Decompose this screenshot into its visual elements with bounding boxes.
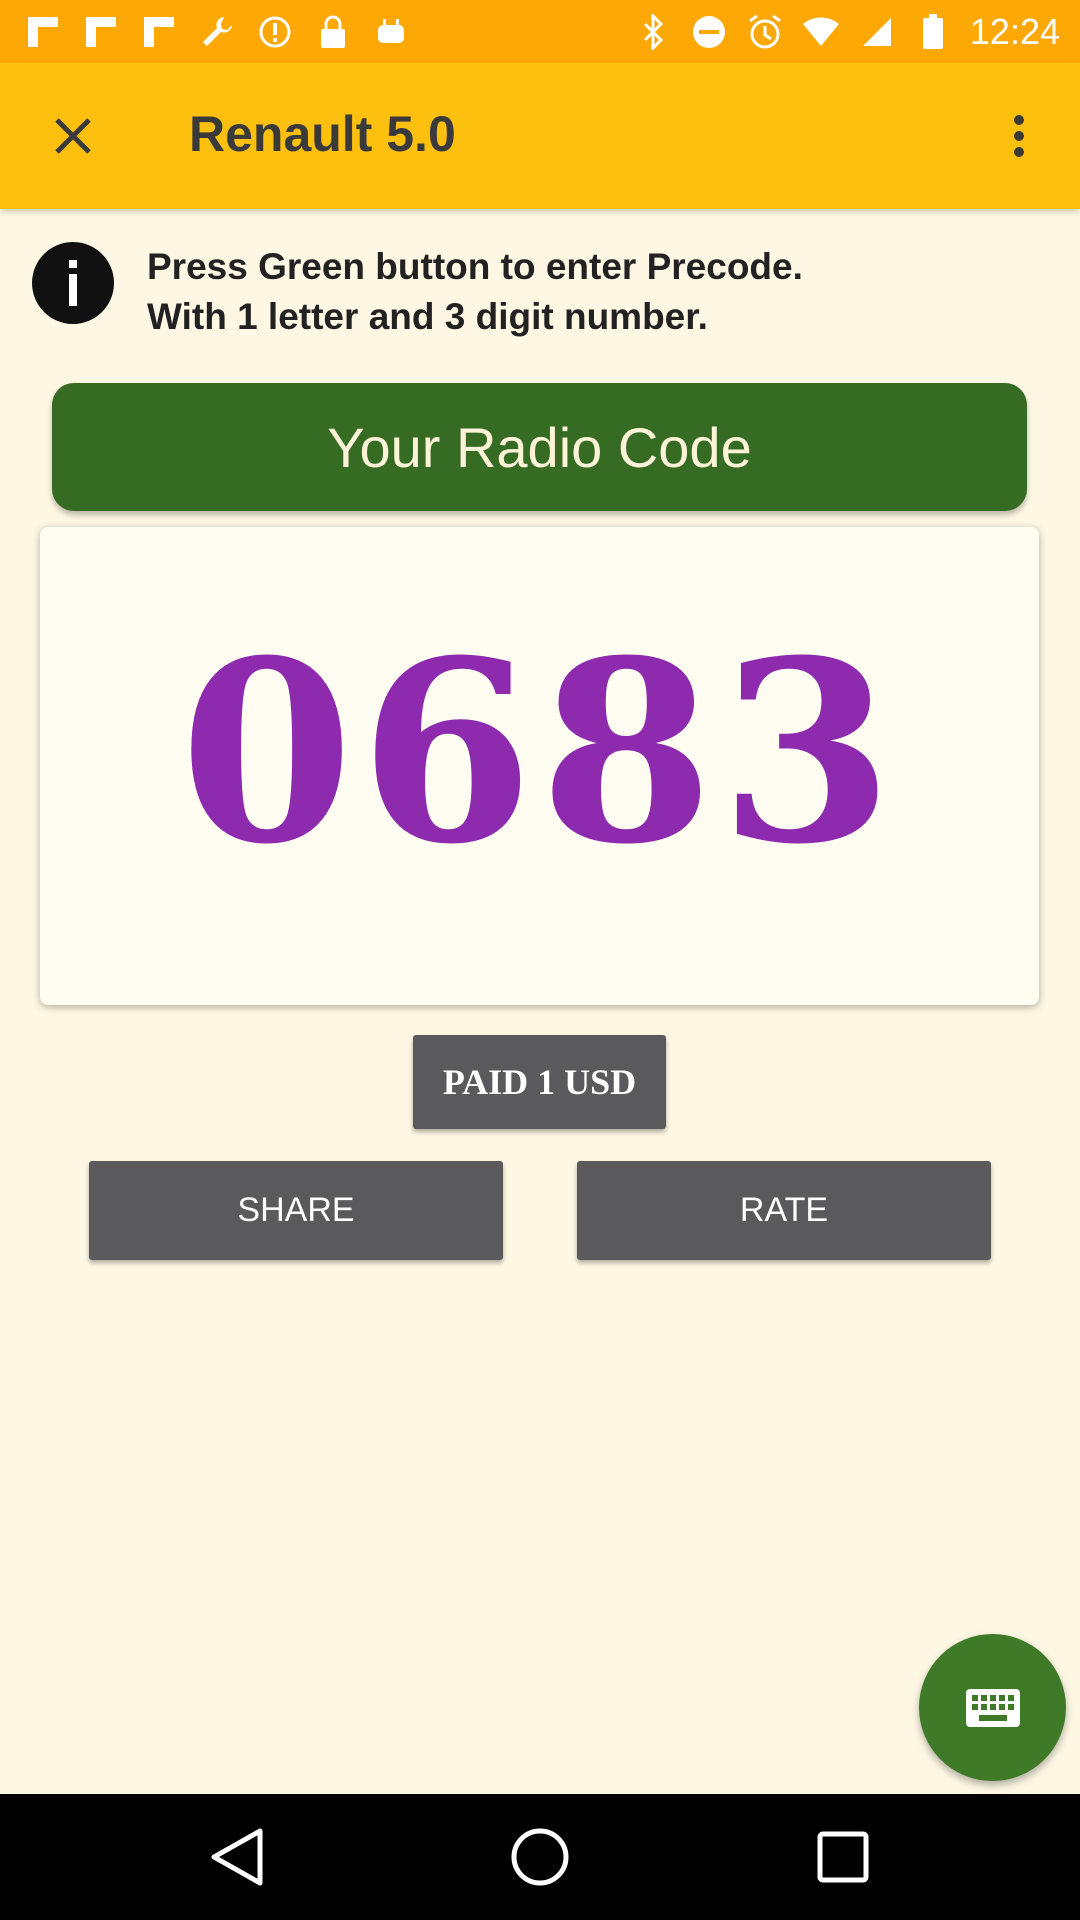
lock-icon [314, 13, 352, 51]
home-button[interactable] [504, 1821, 576, 1893]
radio-code-header-button[interactable]: Your Radio Code [52, 383, 1027, 511]
android-icon [372, 13, 410, 51]
paid-button[interactable]: PAID 1 USD [413, 1035, 666, 1129]
bluetooth-icon [634, 13, 672, 51]
more-vert-icon [1014, 115, 1024, 157]
rate-button[interactable]: RATE [577, 1161, 991, 1260]
status-bar: 12:24 [0, 0, 1080, 63]
radio-code-value: 0683 [179, 605, 900, 899]
system-icons: 12:24 [634, 10, 1060, 54]
close-icon [55, 118, 91, 154]
keyboard-icon [965, 1688, 1020, 1727]
keyboard-fab[interactable] [919, 1634, 1066, 1781]
recent-apps-icon [817, 1831, 869, 1883]
share-button[interactable]: SHARE [89, 1161, 503, 1260]
alarm-icon [746, 13, 784, 51]
info-line-1: Press Green button to enter Precode. [147, 246, 803, 287]
radio-code-header-label: Your Radio Code [327, 415, 752, 479]
app-title: Renault 5.0 [189, 106, 456, 162]
info-line-2: With 1 letter and 3 digit number. [147, 296, 708, 337]
back-button[interactable] [201, 1821, 273, 1893]
status-time: 12:24 [969, 11, 1060, 52]
flipboard-icon [140, 13, 178, 51]
recent-apps-button[interactable] [807, 1821, 879, 1893]
code-card: 0683 [40, 527, 1039, 1005]
info-icon [32, 242, 114, 324]
notification-icons [24, 10, 410, 54]
do-not-disturb-icon [690, 13, 728, 51]
alert-icon [256, 13, 294, 51]
navigation-bar [0, 1794, 1080, 1920]
app-bar: Renault 5.0 [0, 63, 1080, 209]
wifi-icon [802, 13, 840, 51]
flipboard-icon [24, 13, 62, 51]
home-icon [511, 1828, 569, 1886]
more-options-button[interactable] [984, 101, 1054, 171]
info-text: Press Green button to enter Precode. Wit… [147, 242, 803, 342]
flipboard-icon [82, 13, 120, 51]
signal-icon [858, 13, 896, 51]
wrench-icon [198, 13, 236, 51]
back-icon [211, 1828, 263, 1886]
close-button[interactable] [38, 101, 108, 171]
battery-icon [914, 13, 952, 51]
